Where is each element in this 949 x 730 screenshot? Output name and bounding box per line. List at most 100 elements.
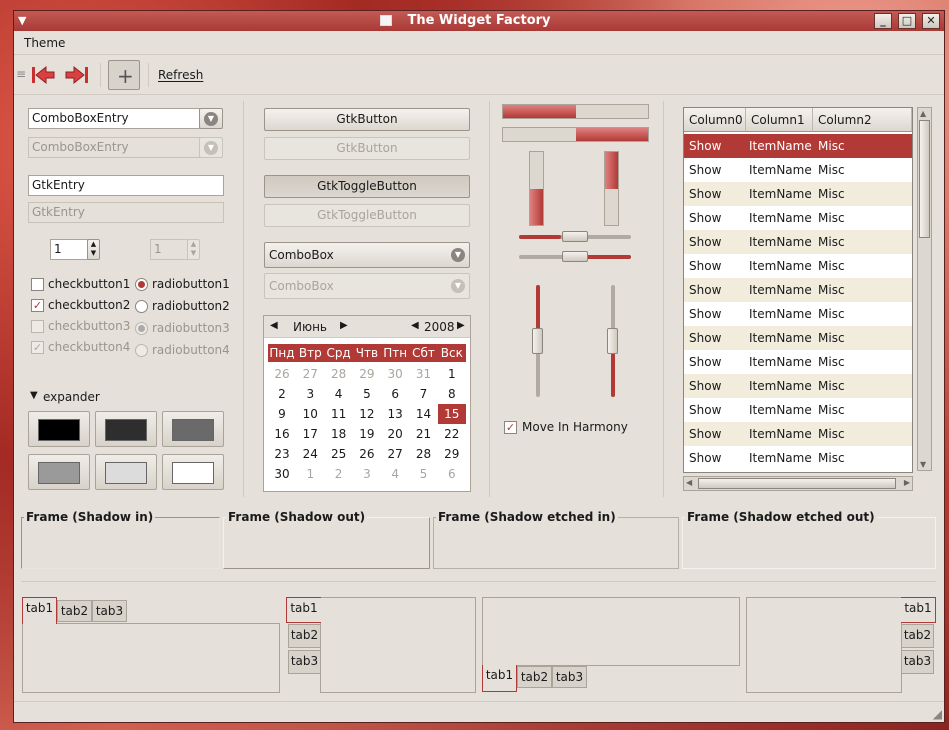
notebook-left-tab1[interactable]: tab1 — [286, 597, 321, 623]
vslider-2-thumb[interactable] — [607, 328, 618, 354]
calendar-day[interactable]: 31 — [410, 364, 438, 384]
checkbutton1-label[interactable]: checkbutton1 — [48, 277, 130, 291]
column-header-0[interactable]: Column0 — [684, 108, 746, 132]
table-row[interactable]: Show ItemName Misc — [684, 254, 912, 278]
table-row[interactable]: Show ItemName Misc — [684, 278, 912, 302]
harmony-checkbox[interactable]: ✓ — [504, 421, 517, 434]
menu-theme[interactable]: Theme — [24, 36, 65, 50]
checkbutton1-box[interactable] — [31, 278, 44, 291]
calendar-day[interactable]: 23 — [268, 444, 296, 464]
gtk-button[interactable]: GtkButton — [264, 108, 470, 131]
prev-month-icon[interactable]: ◀ — [270, 320, 278, 331]
calendar-day[interactable]: 24 — [296, 444, 324, 464]
calendar-day[interactable]: 6 — [381, 384, 409, 404]
toggle-button[interactable]: GtkToggleButton — [264, 175, 470, 198]
scroll-thumb[interactable] — [698, 478, 896, 489]
calendar-day[interactable]: 17 — [296, 424, 324, 444]
tree-view[interactable]: Column0 Column1 Column2 Show ItemName Misc… — [683, 107, 913, 473]
go-last-icon[interactable] — [64, 64, 90, 86]
calendar-day[interactable]: 26 — [353, 444, 381, 464]
expander-label[interactable]: expander — [43, 390, 100, 404]
calendar-day[interactable]: 14 — [410, 404, 438, 424]
table-row[interactable]: Show ItemName Misc — [684, 230, 912, 254]
table-row[interactable]: Show ItemName Misc — [684, 374, 912, 398]
column-header-2[interactable]: Column2 — [813, 108, 912, 132]
prev-year-icon[interactable]: ◀ — [411, 320, 419, 331]
calendar-day[interactable]: 4 — [381, 464, 409, 484]
resize-grip-icon[interactable]: ◢ — [933, 707, 942, 721]
calendar-day[interactable]: 11 — [325, 404, 353, 424]
scroll-left-icon[interactable]: ◀ — [686, 478, 692, 487]
notebook-left-tab3[interactable]: tab3 — [288, 650, 321, 674]
notebook-top-tab3[interactable]: tab3 — [92, 600, 127, 622]
notebook-top-tab1[interactable]: tab1 — [22, 597, 57, 624]
calendar-day[interactable]: 28 — [325, 364, 353, 384]
notebook-bottom-tab2[interactable]: tab2 — [517, 666, 552, 688]
notebook-bottom-tab3[interactable]: tab3 — [552, 666, 587, 688]
notebook-top-tab2[interactable]: tab2 — [57, 600, 92, 622]
table-row[interactable]: Show ItemName Misc — [684, 302, 912, 326]
calendar-day[interactable]: 12 — [353, 404, 381, 424]
calendar-day[interactable]: 25 — [325, 444, 353, 464]
calendar-day[interactable]: 30 — [268, 464, 296, 484]
radiobutton1-circle[interactable] — [135, 278, 148, 291]
calendar-day[interactable]: 21 — [410, 424, 438, 444]
calendar-day[interactable]: 6 — [438, 464, 466, 484]
combo-entry[interactable]: ComboBoxEntry — [28, 108, 200, 129]
harmony-label[interactable]: Move In Harmony — [522, 420, 628, 434]
color-button-midgray[interactable] — [28, 454, 90, 490]
go-first-icon[interactable] — [30, 64, 56, 86]
add-button[interactable]: + — [108, 60, 140, 90]
checkbutton2-box[interactable]: ✓ — [31, 299, 44, 312]
scroll-up-icon[interactable]: ▲ — [920, 109, 926, 118]
calendar-day[interactable]: 2 — [325, 464, 353, 484]
calendar-day[interactable]: 22 — [438, 424, 466, 444]
toolbar-grip-icon[interactable]: ≡ — [16, 67, 26, 81]
hslider-2-thumb[interactable] — [562, 251, 588, 262]
calendar-day[interactable]: 3 — [296, 384, 324, 404]
checkbutton2-label[interactable]: checkbutton2 — [48, 298, 130, 312]
color-button-darkgray[interactable] — [95, 411, 157, 447]
maximize-button[interactable]: □ — [898, 13, 916, 29]
column-header-1[interactable]: Column1 — [746, 108, 813, 132]
radiobutton1-label[interactable]: radiobutton1 — [152, 277, 230, 291]
title-bar[interactable]: ▼ The Widget Factory _ □ ✕ — [14, 11, 944, 31]
spin-button[interactable]: 1 — [50, 239, 88, 260]
calendar-day[interactable]: 3 — [353, 464, 381, 484]
notebook-right-tab1[interactable]: tab1 — [901, 597, 936, 623]
table-row[interactable]: Show ItemName Misc — [684, 398, 912, 422]
expander-arrow-icon[interactable]: ▼ — [30, 390, 38, 401]
minimize-button[interactable]: _ — [874, 13, 892, 29]
calendar-day[interactable]: 9 — [268, 404, 296, 424]
calendar-day[interactable]: 8 — [438, 384, 466, 404]
calendar-day[interactable]: 5 — [410, 464, 438, 484]
calendar-day[interactable]: 15 — [437, 404, 466, 424]
combo-entry-toggle[interactable]: ▼ — [199, 108, 223, 129]
notebook-bottom-tab1[interactable]: tab1 — [482, 665, 517, 692]
table-row[interactable]: Show ItemName Misc — [684, 326, 912, 350]
table-row[interactable]: Show ItemName Misc — [684, 422, 912, 446]
tree-vscrollbar[interactable]: ▲ ▼ — [917, 107, 932, 471]
notebook-left-tab2[interactable]: tab2 — [288, 624, 321, 648]
calendar-day[interactable]: 2 — [268, 384, 296, 404]
calendar-day[interactable]: 5 — [353, 384, 381, 404]
table-row[interactable]: Show ItemName Misc — [684, 182, 912, 206]
calendar-day[interactable]: 27 — [296, 364, 324, 384]
calendar-day[interactable]: 7 — [410, 384, 438, 404]
notebook-right-tab2[interactable]: tab2 — [901, 624, 934, 648]
table-row[interactable]: Show ItemName Misc — [684, 206, 912, 230]
calendar-day[interactable]: 29 — [353, 364, 381, 384]
color-button-gray[interactable] — [162, 411, 224, 447]
calendar-day[interactable]: 30 — [381, 364, 409, 384]
next-month-icon[interactable]: ▶ — [340, 320, 348, 331]
radiobutton2-circle[interactable] — [135, 300, 148, 313]
refresh-button[interactable]: Refresh — [158, 68, 203, 82]
table-row[interactable]: Show ItemName Misc — [684, 446, 912, 470]
calendar-day[interactable]: 28 — [410, 444, 438, 464]
table-row[interactable]: Show ItemName Misc — [684, 350, 912, 374]
spin-arrows[interactable]: ▲ ▼ — [87, 239, 100, 260]
table-row[interactable]: Show ItemName Misc — [684, 134, 912, 158]
calendar-day[interactable]: 19 — [353, 424, 381, 444]
calendar-day[interactable]: 13 — [381, 404, 409, 424]
combo-box[interactable]: ComboBox ▼ — [264, 242, 470, 268]
